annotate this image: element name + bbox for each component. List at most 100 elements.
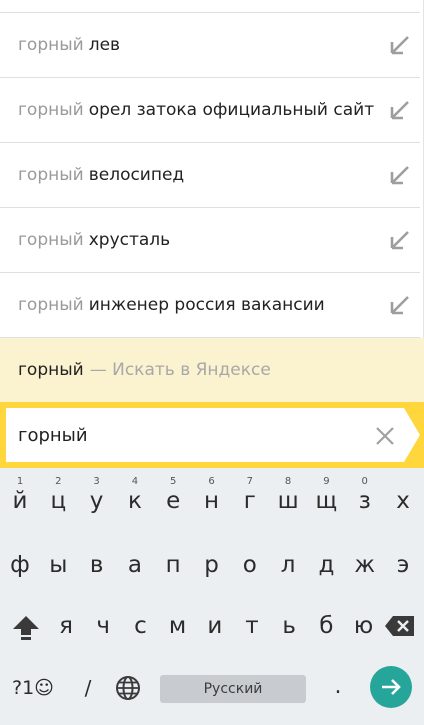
enter-key[interactable] <box>370 666 412 708</box>
key-label: ф <box>10 552 30 578</box>
key-2-3[interactable]: а <box>117 543 153 587</box>
slash-key[interactable]: / <box>70 666 106 710</box>
period-key-label: . <box>334 673 342 699</box>
key-3-0[interactable]: я <box>48 604 84 648</box>
key-1-2[interactable]: 3у <box>79 474 115 518</box>
globe-icon[interactable] <box>115 675 141 701</box>
symbols-key[interactable]: ?1☺ <box>8 666 58 710</box>
search-input[interactable] <box>18 420 358 450</box>
search-bar <box>0 402 424 468</box>
keyboard: 1й2ц3у4к5е6н7г8ш9щ0зх фывапролджэ ячсмит… <box>0 468 424 725</box>
key-label: й <box>12 488 28 514</box>
key-3-7[interactable]: б <box>308 604 344 648</box>
space-key[interactable]: Русский <box>160 675 306 703</box>
slash-key-label: / <box>84 676 92 700</box>
suggestion-item[interactable]: горный лев <box>0 13 420 78</box>
key-2-10[interactable]: э <box>385 543 421 587</box>
key-2-2[interactable]: в <box>79 543 115 587</box>
key-3-4[interactable]: и <box>197 604 233 648</box>
key-2-4[interactable]: п <box>155 543 191 587</box>
arrow-right-icon <box>382 679 401 695</box>
key-1-9[interactable]: 0з <box>347 474 383 518</box>
suggestion-query: горный <box>18 230 84 250</box>
key-label: с <box>134 613 147 639</box>
key-label: а <box>127 552 142 578</box>
insert-arrow-icon[interactable] <box>388 230 410 252</box>
key-label: н <box>203 488 220 514</box>
insert-arrow-icon[interactable] <box>388 35 410 57</box>
key-3-2[interactable]: с <box>122 604 158 648</box>
key-hint: 7 <box>246 476 253 487</box>
search-in-yandex-item[interactable]: горный — Искать в Яндексе <box>0 338 424 402</box>
key-1-3[interactable]: 4к <box>117 474 153 518</box>
suggestion-query: горный <box>18 165 84 185</box>
suggestion-list: горный лев горный орел затока официальны… <box>0 0 424 338</box>
search-in-label: — Искать в Яндексе <box>89 360 271 380</box>
key-1-0[interactable]: 1й <box>2 474 38 518</box>
key-1-6[interactable]: 7г <box>232 474 268 518</box>
key-label: е <box>166 488 181 514</box>
key-2-1[interactable]: ы <box>40 543 76 587</box>
key-label: щ <box>315 488 338 514</box>
key-1-4[interactable]: 5е <box>155 474 191 518</box>
space-key-label: Русский <box>203 681 263 697</box>
key-label: в <box>89 552 104 578</box>
key-2-0[interactable]: ф <box>2 543 38 587</box>
key-2-5[interactable]: р <box>194 543 230 587</box>
symbols-key-label: ?1☺ <box>12 677 54 699</box>
key-label: б <box>319 613 334 639</box>
backspace-icon[interactable] <box>384 614 416 638</box>
key-hint: 3 <box>93 476 100 487</box>
key-label: к <box>127 488 142 514</box>
key-label: м <box>168 613 187 639</box>
suggestion-item[interactable]: горный хрусталь <box>0 208 420 273</box>
key-label: о <box>242 552 257 578</box>
key-label: д <box>318 552 335 578</box>
key-1-7[interactable]: 8ш <box>270 474 306 518</box>
shift-icon[interactable] <box>10 613 42 643</box>
key-hint: 6 <box>208 476 215 487</box>
insert-arrow-icon[interactable] <box>388 165 410 187</box>
key-2-8[interactable]: д <box>308 543 344 587</box>
suggestion-completion: хрусталь <box>88 230 171 250</box>
suggestion-item[interactable]: горный орел затока официальный сайт <box>0 78 420 143</box>
key-2-6[interactable]: о <box>232 543 268 587</box>
key-label: ш <box>277 488 299 514</box>
key-2-7[interactable]: л <box>270 543 306 587</box>
key-hint: 0 <box>361 476 368 487</box>
key-label: п <box>165 552 181 578</box>
key-1-8[interactable]: 9щ <box>308 474 344 518</box>
key-hint: 2 <box>55 476 62 487</box>
key-label: ж <box>354 552 376 578</box>
key-3-5[interactable]: т <box>234 604 270 648</box>
suggestion-item[interactable]: горный велосипед <box>0 143 420 208</box>
key-1-5[interactable]: 6н <box>194 474 230 518</box>
suggestion-item[interactable]: горный инженер россия вакансии <box>0 273 420 338</box>
suggestion-completion: инженер россия вакансии <box>88 295 325 315</box>
search-field <box>6 408 420 462</box>
period-key[interactable]: . <box>320 664 356 708</box>
key-label: и <box>207 613 223 639</box>
key-label: г <box>243 488 256 514</box>
key-label: ч <box>96 613 110 639</box>
key-3-1[interactable]: ч <box>85 604 121 648</box>
key-3-6[interactable]: ь <box>271 604 307 648</box>
clear-icon[interactable] <box>374 425 396 447</box>
key-label: т <box>245 613 259 639</box>
suggestion-completion: велосипед <box>88 165 185 185</box>
key-label: х <box>396 488 410 514</box>
key-label: ь <box>282 613 296 639</box>
key-hint: 1 <box>16 476 24 487</box>
key-3-3[interactable]: м <box>160 604 196 648</box>
key-2-9[interactable]: ж <box>347 543 383 587</box>
key-label: э <box>396 552 410 578</box>
key-hint: 9 <box>323 476 330 487</box>
insert-arrow-icon[interactable] <box>388 295 410 317</box>
insert-arrow-icon[interactable] <box>388 100 410 122</box>
key-1-1[interactable]: 2ц <box>40 474 76 518</box>
key-hint: 8 <box>284 476 292 487</box>
suggestion-query: горный <box>18 100 84 120</box>
key-1-10[interactable]: х <box>385 474 421 518</box>
key-3-8[interactable]: ю <box>346 604 382 648</box>
suggestion-completion: орел затока официальный сайт <box>88 100 375 120</box>
